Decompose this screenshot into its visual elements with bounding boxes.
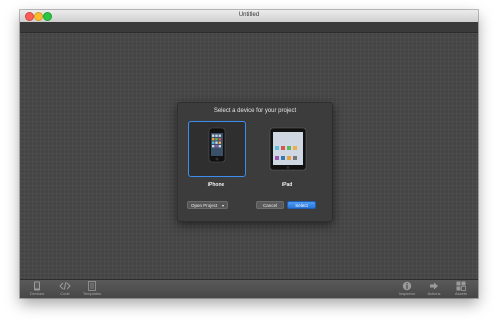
device-picker-dialog: Select a device for your project iPhone … [177,102,333,222]
devices-label: Devices [29,291,45,296]
code-icon [59,281,71,291]
device-option-ipad[interactable] [259,121,317,177]
arrow-icon [430,282,438,290]
dialog-title: Select a device for your project [213,108,297,114]
device-icon [34,281,40,291]
ipad-icon [269,127,307,171]
bottom-toolbar: Devices Code Templates Inspector Actions… [20,279,478,298]
actions-button[interactable]: Actions [423,281,445,296]
templates-button[interactable]: Templates [81,281,103,296]
device-label-iphone: iPhone [207,182,225,188]
code-label: Code [60,291,70,296]
cancel-button[interactable]: Cancel [256,201,284,209]
templates-label: Templates [82,291,102,296]
devices-button[interactable]: Devices [26,281,48,296]
assets-icon [456,281,466,291]
iphone-icon [208,127,226,163]
assets-button[interactable]: Assets [450,281,472,296]
open-project-label: Open Project [191,203,218,208]
app-window: Untitled Select a device for your projec… [20,10,478,298]
select-button[interactable]: Select [287,201,316,209]
templates-icon [88,281,96,291]
device-option-iphone[interactable] [188,121,246,177]
device-label-ipad: iPad [281,182,293,188]
window-title: Untitled [238,12,260,18]
toolbar-strip [20,22,478,33]
assets-label: Assets [454,291,467,296]
code-button[interactable]: Code [54,281,76,296]
inspector-button[interactable]: Inspector [396,281,418,296]
actions-label: Actions [427,291,441,296]
chevron-down-icon: ▾ [221,203,224,208]
inspector-label: Inspector [398,291,416,296]
info-icon [402,281,412,291]
open-project-dropdown[interactable]: Open Project ▾ [187,201,228,209]
